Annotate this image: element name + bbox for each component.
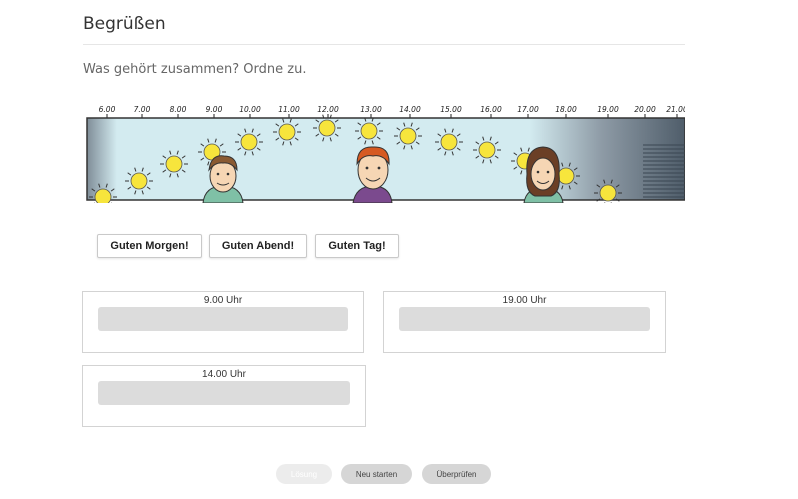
time-tick-label: 20.00 bbox=[634, 105, 656, 114]
time-tick-label: 8.00 bbox=[170, 105, 187, 114]
time-tick-label: 9.00 bbox=[206, 105, 223, 114]
tile-guten-morgen[interactable]: Guten Morgen! bbox=[97, 234, 202, 258]
task-instruction: Was gehört zusammen? Ordne zu. bbox=[83, 62, 307, 77]
time-tick-label: 18.00 bbox=[555, 105, 577, 114]
girl-right-figure bbox=[523, 146, 564, 203]
time-tick-label: 6.00 bbox=[99, 105, 116, 114]
drop-target-label: 9.00 Uhr bbox=[203, 295, 243, 306]
drop-target-card: 9.00 Uhr bbox=[82, 291, 364, 353]
daytime-illustration: 6.00 7.00 8.00 9.00 10.00 11.00 12.00 13.00 14.0… bbox=[85, 100, 685, 203]
drop-zone[interactable] bbox=[98, 307, 348, 331]
sun-timeline-image: 6.00 7.00 8.00 9.00 10.00 11.00 12.00 13.00 14.0… bbox=[86, 105, 685, 203]
title-divider bbox=[83, 44, 685, 45]
time-tick-label: 15.00 bbox=[440, 105, 462, 114]
time-tick-label: 14.00 bbox=[399, 105, 421, 114]
drop-target-label: 19.00 Uhr bbox=[502, 295, 547, 306]
tile-guten-tag[interactable]: Guten Tag! bbox=[315, 234, 399, 258]
drop-zone[interactable] bbox=[98, 381, 350, 405]
time-tick-label: 21.00 bbox=[666, 105, 685, 114]
time-tick-label: 7.00 bbox=[134, 105, 151, 114]
drop-target-card: 19.00 Uhr bbox=[383, 291, 666, 353]
drop-target-card: 14.00 Uhr bbox=[82, 365, 366, 427]
time-tick-label: 11.00 bbox=[278, 105, 300, 114]
time-tick-label: 13.00 bbox=[360, 105, 382, 114]
time-tick-label: 19.00 bbox=[597, 105, 619, 114]
tile-guten-abend[interactable]: Guten Abend! bbox=[209, 234, 307, 258]
time-tick-label: 16.00 bbox=[480, 105, 502, 114]
time-tick-label: 12.00 bbox=[317, 105, 339, 114]
time-tick-label: 17.00 bbox=[517, 105, 539, 114]
time-tick-label: 10.00 bbox=[239, 105, 261, 114]
drop-target-label: 14.00 Uhr bbox=[202, 369, 246, 380]
boy-middle-figure bbox=[352, 146, 393, 203]
drop-zone[interactable] bbox=[399, 307, 650, 331]
check-button[interactable]: Überprüfen bbox=[422, 464, 491, 484]
solution-button: Lösung bbox=[276, 464, 332, 484]
restart-button[interactable]: Neu starten bbox=[341, 464, 412, 484]
page-title: Begrüßen bbox=[83, 14, 166, 34]
